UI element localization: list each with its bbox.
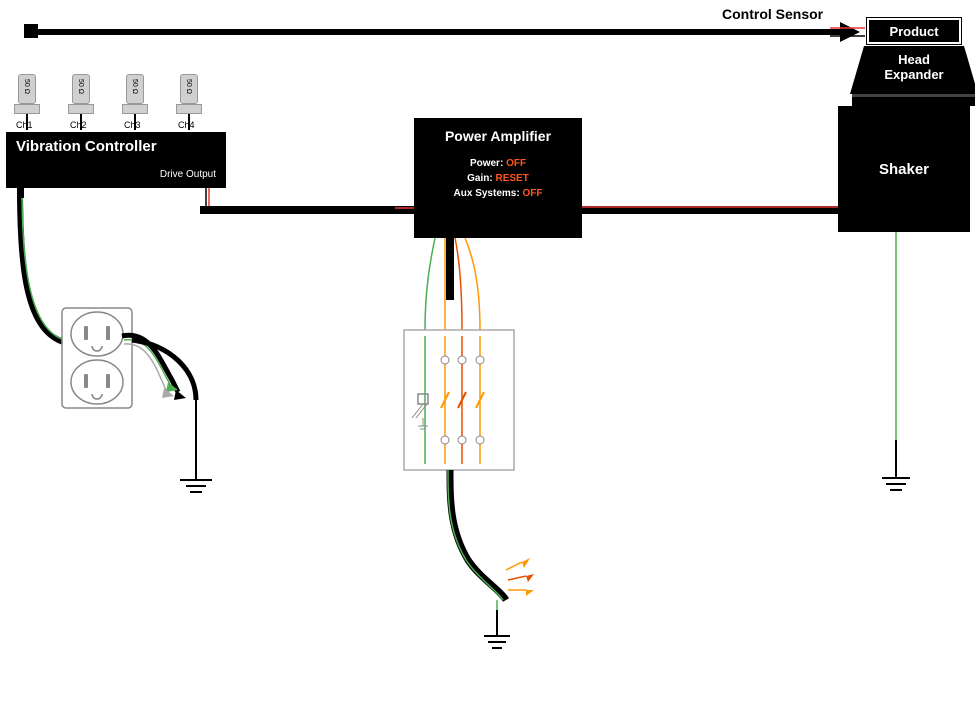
ch1-label: Ch1	[16, 120, 33, 130]
drive-output-label: Drive Output	[16, 169, 216, 180]
amp-aux-value: OFF	[522, 188, 542, 199]
expander-label: Expander	[850, 67, 975, 82]
ch4-label: Ch4	[178, 120, 195, 130]
ch2-label: Ch2	[70, 120, 87, 130]
vibration-controller-box: Vibration Controller Drive Output	[6, 132, 226, 188]
amp-power-value: OFF	[506, 158, 526, 169]
head-expander: Head Expander	[850, 46, 975, 94]
controller-title: Vibration Controller	[16, 138, 216, 155]
shaker-box: Shaker	[838, 106, 970, 232]
amp-aux-label: Aux Systems:	[454, 188, 520, 199]
amp-gain-value: RESET	[496, 173, 529, 184]
amp-power-label: Power:	[470, 158, 503, 169]
expander-base	[852, 94, 975, 106]
controller-pwr-stub	[18, 188, 24, 198]
control-sensor-label: Control Sensor	[722, 6, 823, 22]
power-amplifier-box: Power Amplifier Power: OFF Gain: RESET A…	[414, 118, 582, 238]
amp-gain-label: Gain:	[467, 173, 493, 184]
amp-title: Power Amplifier	[424, 128, 572, 144]
product-box: Product	[867, 18, 961, 44]
ch3-label: Ch3	[124, 120, 141, 130]
controller-connectors: 50 Ω 50 Ω 50 Ω 50 Ω Ch1 Ch2 Ch3 Ch4	[10, 74, 230, 132]
head-label: Head	[850, 52, 975, 67]
